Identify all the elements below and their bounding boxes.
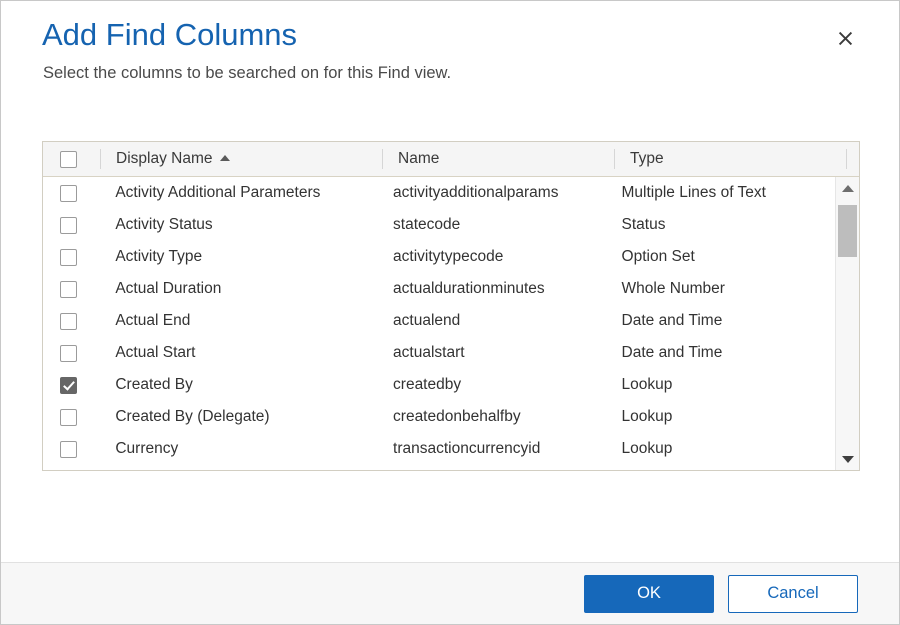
- cell-type: Lookup: [607, 369, 835, 401]
- table-row[interactable]: Activity StatusstatecodeStatus: [43, 209, 835, 241]
- row-checkbox-cell: [43, 177, 100, 209]
- table-row[interactable]: Created BycreatedbyLookup: [43, 369, 835, 401]
- scroll-down-button[interactable]: [836, 448, 859, 470]
- scrollbar-thumb[interactable]: [838, 205, 857, 257]
- row-checkbox[interactable]: [60, 281, 77, 298]
- select-all-checkbox[interactable]: [60, 151, 77, 168]
- table-row[interactable]: Actual EndactualendDate and Time: [43, 305, 835, 337]
- dialog-header: Add Find Columns Select the columns to b…: [1, 1, 899, 85]
- cell-display-name: Currency: [100, 433, 378, 465]
- column-header-display-name[interactable]: Display Name: [101, 142, 383, 176]
- column-header-filler: [847, 142, 859, 176]
- ok-button[interactable]: OK: [584, 575, 714, 613]
- cell-type: Lookup: [607, 401, 835, 433]
- column-header-name[interactable]: Name: [383, 142, 615, 176]
- column-header-type-label: Type: [630, 150, 664, 168]
- cell-display-name: Actual Start: [100, 337, 378, 369]
- row-checkbox[interactable]: [60, 409, 77, 426]
- add-find-columns-dialog: Add Find Columns Select the columns to b…: [0, 0, 900, 625]
- columns-grid: Display Name Name Type Activity Addition…: [42, 141, 860, 471]
- cell-type: Date and Time: [607, 337, 835, 369]
- vertical-scrollbar[interactable]: [835, 177, 859, 470]
- column-header-display-name-label: Display Name: [116, 150, 212, 168]
- cell-type: Option Set: [607, 241, 835, 273]
- scroll-up-button[interactable]: [836, 177, 859, 199]
- row-checkbox-cell: [43, 433, 100, 465]
- row-checkbox[interactable]: [60, 185, 77, 202]
- scroll-down-arrow-icon: [842, 456, 854, 463]
- row-checkbox-cell: [43, 209, 100, 241]
- row-checkbox[interactable]: [60, 249, 77, 266]
- table-row[interactable]: Activity TypeactivitytypecodeOption Set: [43, 241, 835, 273]
- grid-body: Activity Additional Parametersactivityad…: [43, 177, 859, 470]
- cell-name: createdonbehalfby: [378, 401, 606, 433]
- table-row[interactable]: Actual StartactualstartDate and Time: [43, 337, 835, 369]
- page-title: Add Find Columns: [42, 15, 859, 55]
- dialog-body: Display Name Name Type Activity Addition…: [1, 85, 899, 562]
- cell-name: actualstart: [378, 337, 606, 369]
- column-header-type[interactable]: Type: [615, 142, 847, 176]
- cell-type: Date and Time: [607, 305, 835, 337]
- cell-type: Status: [607, 209, 835, 241]
- row-checkbox[interactable]: [60, 377, 77, 394]
- sort-ascending-icon: [220, 155, 230, 161]
- cell-display-name: Activity Additional Parameters: [100, 177, 378, 209]
- cell-display-name: Activity Status: [100, 209, 378, 241]
- cell-name: activitytypecode: [378, 241, 606, 273]
- cell-name: actualdurationminutes: [378, 273, 606, 305]
- cell-display-name: Actual Duration: [100, 273, 378, 305]
- dialog-footer: OK Cancel: [1, 562, 899, 624]
- cell-type: Whole Number: [607, 273, 835, 305]
- cell-name: transactioncurrencyid: [378, 433, 606, 465]
- row-checkbox-cell: [43, 401, 100, 433]
- cell-name: createdby: [378, 369, 606, 401]
- cell-name: statecode: [378, 209, 606, 241]
- cell-display-name: Created By: [100, 369, 378, 401]
- table-row[interactable]: Activity Additional Parametersactivityad…: [43, 177, 835, 209]
- row-checkbox[interactable]: [60, 441, 77, 458]
- cell-name: actualend: [378, 305, 606, 337]
- cell-type: Multiple Lines of Text: [607, 177, 835, 209]
- row-checkbox-cell: [43, 241, 100, 273]
- cell-type: Lookup: [607, 433, 835, 465]
- cell-display-name: Created By (Delegate): [100, 401, 378, 433]
- table-row[interactable]: Actual DurationactualdurationminutesWhol…: [43, 273, 835, 305]
- row-checkbox[interactable]: [60, 217, 77, 234]
- grid-rows: Activity Additional Parametersactivityad…: [43, 177, 835, 470]
- dialog-subtitle: Select the columns to be searched on for…: [43, 61, 859, 85]
- cell-name: activityadditionalparams: [378, 177, 606, 209]
- scroll-up-arrow-icon: [842, 185, 854, 192]
- cell-display-name: Actual End: [100, 305, 378, 337]
- row-checkbox-cell: [43, 305, 100, 337]
- cancel-button[interactable]: Cancel: [728, 575, 858, 613]
- table-row[interactable]: Created By (Delegate)createdonbehalfbyLo…: [43, 401, 835, 433]
- close-icon: [838, 31, 853, 46]
- row-checkbox[interactable]: [60, 313, 77, 330]
- column-header-name-label: Name: [398, 150, 439, 168]
- row-checkbox-cell: [43, 369, 100, 401]
- grid-header-row: Display Name Name Type: [43, 142, 859, 177]
- row-checkbox-cell: [43, 273, 100, 305]
- close-button[interactable]: [832, 25, 858, 51]
- row-checkbox-cell: [43, 337, 100, 369]
- cell-display-name: Activity Type: [100, 241, 378, 273]
- select-all-cell: [43, 142, 101, 176]
- table-row[interactable]: CurrencytransactioncurrencyidLookup: [43, 433, 835, 465]
- row-checkbox[interactable]: [60, 345, 77, 362]
